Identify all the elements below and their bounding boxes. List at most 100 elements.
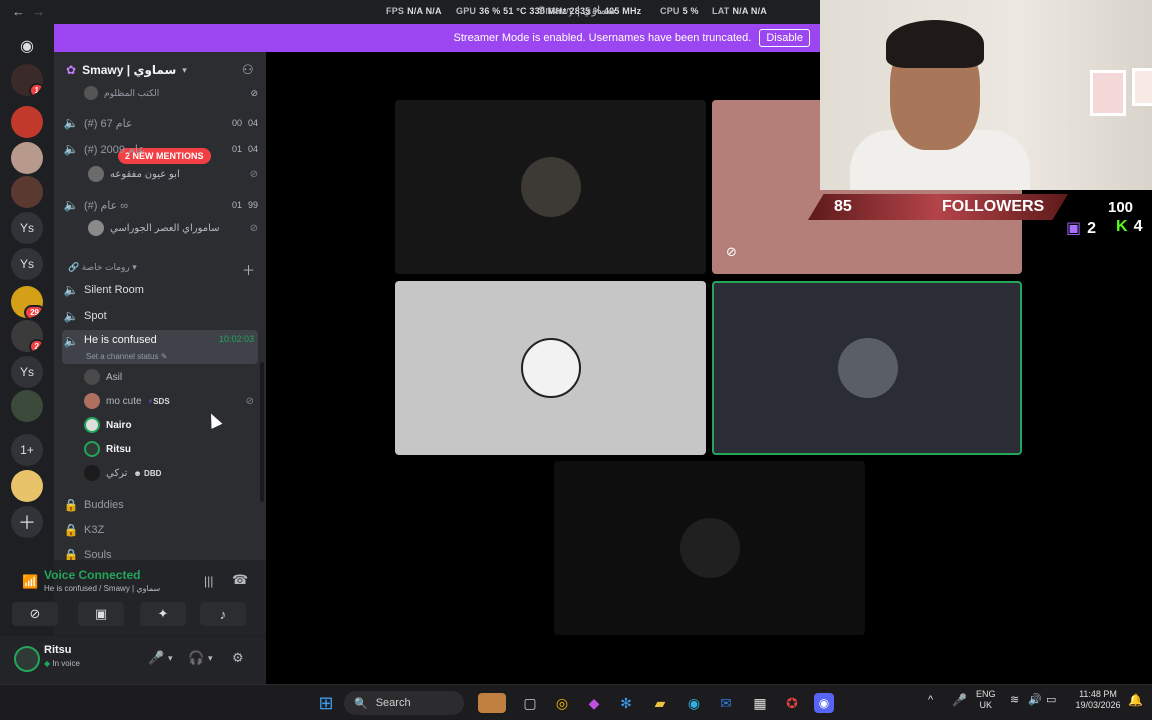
screen-share-icon: ▣ bbox=[94, 606, 108, 621]
task-view-icon[interactable]: ▢ bbox=[520, 693, 540, 713]
video-tile[interactable] bbox=[554, 461, 865, 635]
tray-chevron-icon[interactable]: ^ bbox=[928, 695, 933, 706]
follower-goal: 100 bbox=[1108, 199, 1134, 216]
deafened-icon: ⊘ bbox=[245, 395, 254, 407]
notification-bell-icon[interactable]: 🔔 bbox=[1128, 694, 1143, 706]
volume-icon[interactable]: 🔊 bbox=[1028, 695, 1042, 706]
private-channel-row[interactable]: 🔒 Buddies bbox=[62, 494, 258, 516]
voice-user[interactable]: Nairo bbox=[84, 415, 254, 435]
video-tile-speaking[interactable] bbox=[712, 281, 1022, 455]
server-icon[interactable]: Ys bbox=[11, 356, 43, 388]
avatar bbox=[84, 417, 100, 433]
perf-lat: LAT N/A N/A bbox=[712, 6, 768, 16]
chevron-down-icon: ▾ bbox=[182, 64, 187, 75]
add-channel-icon[interactable]: ＋ bbox=[242, 260, 255, 279]
noise-suppression-icon[interactable]: ||| bbox=[204, 574, 213, 588]
voice-user[interactable]: Asil bbox=[84, 367, 254, 387]
invite-icon[interactable]: ⚇ bbox=[242, 62, 254, 78]
activities-button[interactable]: ✦ bbox=[140, 602, 186, 626]
soundboard-button[interactable]: ♪ bbox=[200, 602, 246, 626]
voice-user[interactable]: تركي ☻ DBD bbox=[84, 463, 254, 483]
widget-icon[interactable] bbox=[478, 693, 506, 713]
server-icon[interactable] bbox=[11, 106, 43, 138]
category-header[interactable]: 🔗 رومات خاصة ▾ bbox=[68, 262, 137, 273]
voice-connected-panel: 📶 Voice Connected He is confused / Smawy… bbox=[12, 560, 266, 636]
voice-channel-row[interactable]: 🔈 (#) عام ∞ 01 99 bbox=[62, 194, 258, 216]
server-icon[interactable] bbox=[11, 142, 43, 174]
app-icon[interactable]: ✪ bbox=[782, 693, 802, 713]
username[interactable]: Ritsu bbox=[44, 644, 72, 656]
voice-channel-row[interactable]: 🔈 Spot bbox=[62, 305, 258, 327]
chevron-down-icon[interactable]: ▾ bbox=[168, 653, 173, 664]
battery-icon[interactable]: ▭ bbox=[1046, 695, 1056, 706]
server-icon[interactable]: 1+ bbox=[11, 434, 43, 466]
voice-channel-row[interactable]: 🔈 (#) عام 2009 01 04 bbox=[62, 138, 258, 160]
mail-icon[interactable]: ✉ bbox=[716, 693, 736, 713]
server-icon[interactable]: 1 bbox=[11, 64, 43, 96]
camera-button[interactable]: ⊘ bbox=[12, 602, 58, 626]
forward-icon[interactable]: → bbox=[32, 4, 45, 19]
discord-home-icon[interactable]: ◉ bbox=[11, 30, 43, 62]
scrollbar[interactable] bbox=[260, 362, 264, 502]
gear-icon[interactable]: ⚙ bbox=[232, 650, 244, 666]
voice-connected-subtitle[interactable]: He is confused / Smawy | سماوي bbox=[44, 584, 160, 593]
voice-connected-title[interactable]: Voice Connected bbox=[44, 568, 140, 582]
avatar bbox=[838, 338, 898, 398]
app-icon[interactable]: ◆ bbox=[584, 693, 604, 713]
video-tile[interactable] bbox=[395, 281, 706, 455]
voice-channel-row[interactable]: الكتب المظلوم ⊘ bbox=[62, 82, 258, 104]
link-icon: 🔗 bbox=[68, 262, 82, 272]
server-icon[interactable] bbox=[11, 470, 43, 502]
server-icon[interactable]: 2 bbox=[11, 320, 43, 352]
wifi-icon[interactable]: ≋ bbox=[1010, 695, 1019, 706]
clock[interactable]: 11:48 PM 19/03/2026 bbox=[1072, 689, 1124, 711]
voice-channel-row[interactable]: 🔈 (#) عام 67 00 04 bbox=[62, 112, 258, 134]
headphones-icon[interactable]: 🎧 bbox=[188, 650, 204, 666]
add-server-icon[interactable]: ＋ bbox=[11, 506, 43, 538]
twitch-viewers: ▣ 2 bbox=[1066, 220, 1097, 237]
edge-icon[interactable]: ◉ bbox=[684, 693, 704, 713]
voice-user[interactable]: Ritsu bbox=[84, 439, 254, 459]
activities-icon: ✦ bbox=[157, 606, 169, 621]
screen-share-button[interactable]: ▣ bbox=[78, 602, 124, 626]
avatar bbox=[680, 518, 740, 578]
server-icon[interactable]: Ys bbox=[11, 212, 43, 244]
voice-user[interactable]: ابو عيون مفقوعه ⊘ bbox=[88, 164, 258, 184]
user-tag: ☻ DBD bbox=[133, 468, 162, 478]
back-icon[interactable]: ← bbox=[12, 4, 25, 19]
streamer-mode-banner: Streamer Mode is enabled. Usernames have… bbox=[54, 24, 820, 52]
voice-user[interactable]: ساموراي العصر الجوراسي ⊘ bbox=[88, 218, 258, 238]
chrome-icon[interactable]: ◎ bbox=[552, 693, 572, 713]
file-explorer-icon[interactable]: ▰ bbox=[650, 693, 670, 713]
microphone-tray-icon[interactable]: 🎤 bbox=[952, 694, 967, 706]
server-icon[interactable] bbox=[11, 176, 43, 208]
gear-app-icon[interactable]: ✻ bbox=[616, 693, 636, 713]
server-icon[interactable]: Ys bbox=[11, 248, 43, 280]
voice-user[interactable]: mo cute ⚡SDS ⊘ bbox=[84, 391, 254, 411]
avatar[interactable] bbox=[14, 646, 40, 672]
avatar bbox=[84, 369, 100, 385]
disable-button[interactable]: Disable bbox=[759, 29, 810, 47]
follower-count: 85 bbox=[834, 198, 852, 215]
start-icon[interactable]: ⊞ bbox=[316, 693, 336, 713]
microphone-icon[interactable]: 🎤 bbox=[148, 650, 164, 666]
channel-status-link[interactable]: Set a channel status ✎ bbox=[86, 352, 167, 361]
deafened-icon: ⊘ bbox=[250, 87, 258, 98]
store-icon[interactable]: ▦ bbox=[750, 693, 770, 713]
channel-timer: 10:02:03 bbox=[218, 334, 254, 344]
language-indicator[interactable]: ENG UK bbox=[976, 689, 996, 711]
title-bar: ← → FPS N/A N/A GPU 36 % 51 °C 330 MHz 283… bbox=[0, 0, 820, 24]
webcam-overlay bbox=[820, 0, 1152, 190]
camera-off-icon: ⊘ bbox=[29, 606, 41, 621]
search-box[interactable]: 🔍 Search bbox=[344, 691, 464, 715]
server-icon[interactable]: 29 bbox=[11, 286, 43, 318]
server-icon[interactable] bbox=[11, 390, 43, 422]
private-channel-row[interactable]: 🔒 K3Z bbox=[62, 519, 258, 541]
video-tile[interactable] bbox=[395, 100, 706, 274]
discord-taskbar-icon[interactable]: ◉ bbox=[814, 693, 834, 713]
voice-channel-row[interactable]: 🔈 Silent Room bbox=[62, 279, 258, 301]
disconnect-icon[interactable]: ☎ bbox=[232, 572, 248, 588]
deafened-icon: ⊘ bbox=[249, 168, 258, 180]
signal-icon[interactable]: 📶 bbox=[22, 574, 38, 590]
chevron-down-icon[interactable]: ▾ bbox=[208, 653, 213, 664]
